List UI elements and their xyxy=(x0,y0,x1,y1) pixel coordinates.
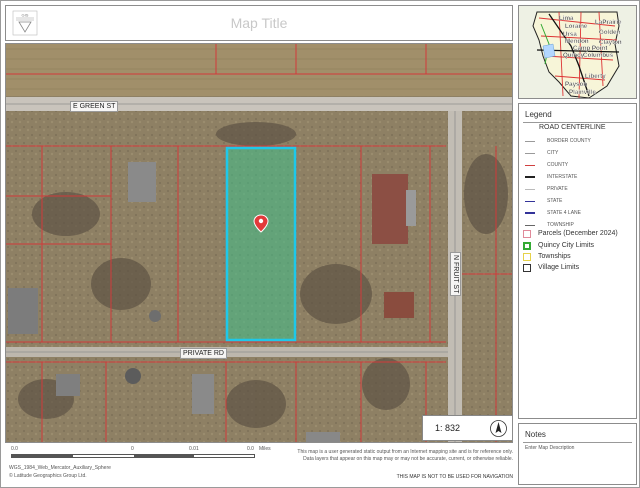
scale-unit: Miles xyxy=(259,446,271,452)
overview-label-columbus: Columbus xyxy=(583,52,614,59)
scale-ratio-box: 1: 832 xyxy=(422,415,512,441)
legend-swatch xyxy=(525,200,535,202)
legend-label: INTERSTATE xyxy=(547,174,578,180)
legend-swatch xyxy=(525,152,535,154)
legend-label: Quincy City Limits xyxy=(538,242,595,249)
overview-label-laprairie: LaPrairie xyxy=(595,19,622,26)
map-view[interactable]: E GREEN ST PRIVATE RD N FRUIT ST 1: 832 xyxy=(5,43,513,443)
legend-swatch xyxy=(525,176,535,178)
projection-text: WGS_1984_Web_Mercator_Auxiliary_Sphere xyxy=(9,465,111,471)
scale-bar: 0.0 0 0.01 0.0 Miles xyxy=(7,445,307,467)
scale-tick: 0.0 xyxy=(11,446,18,452)
north-arrow-icon xyxy=(490,420,507,437)
title-bar: GIS Map Title xyxy=(5,5,513,41)
disclaimer-text: This map is a user generated static outp… xyxy=(297,449,513,462)
legend-label: STATE 4 LANE xyxy=(547,210,581,216)
copyright-text: © Latitude Geographics Group Ltd. xyxy=(9,473,87,479)
scale-tick: 0.01 xyxy=(189,446,199,452)
overview-label-camp-point: Camp Point xyxy=(573,45,607,52)
notes-title: Notes xyxy=(525,430,546,439)
overview-label-golden: Golden xyxy=(599,29,621,36)
scale-ratio: 1: 832 xyxy=(435,423,461,433)
legend-item-interstate: INTERSTATE xyxy=(525,172,577,182)
road-label-private-rd: PRIVATE RD xyxy=(180,348,227,359)
scale-tick: 0.0 xyxy=(247,446,254,452)
overview-map-canvas: Lima LaPrairie Loraine Ursa Golden Mendo… xyxy=(532,11,622,98)
legend-label: BORDER COUNTY xyxy=(547,138,591,144)
legend-label: COUNTY xyxy=(547,162,569,168)
legend-swatch xyxy=(523,241,531,250)
selected-parcel[interactable] xyxy=(225,146,297,342)
footer: 0.0 0 0.01 0.0 Miles WGS_1984_Web_Mercat… xyxy=(5,445,513,485)
overview-label-lima: Lima xyxy=(559,15,574,22)
overview-label-liberty: Liberty xyxy=(585,73,606,80)
legend-item-private: PRIVATE xyxy=(525,184,568,194)
overview-map[interactable]: Lima LaPrairie Loraine Ursa Golden Mendo… xyxy=(518,5,637,99)
legend-item-state-4-lane: STATE 4 LANE xyxy=(525,208,581,218)
legend-label: Townships xyxy=(538,253,571,260)
legend-item-village-limits: Village Limits xyxy=(523,262,579,273)
legend-swatch xyxy=(525,224,535,226)
overview-label-ursa: Ursa xyxy=(563,31,577,38)
overview-label-plainville: Plainville xyxy=(569,89,596,96)
notes-panel: Notes Enter Map Description xyxy=(518,423,637,485)
legend-label: PRIVATE xyxy=(547,186,568,192)
legend-swatch xyxy=(525,140,535,142)
legend-label: CITY xyxy=(547,150,559,156)
print-layout: GIS Map Title E GREEN ST PRIVATE RD N FR… xyxy=(0,0,640,488)
legend-item-quincy-city-limits: Quincy City Limits xyxy=(523,240,594,251)
legend-swatch xyxy=(525,164,535,166)
navigation-warning: THIS MAP IS NOT TO BE USED FOR NAVIGATIO… xyxy=(396,474,513,480)
legend-item-parcels: Parcels (December 2024) xyxy=(523,228,618,239)
legend-label: Parcels (December 2024) xyxy=(538,230,618,237)
legend-item-townships: Townships xyxy=(523,251,571,262)
overview-label-payson: Payson xyxy=(565,81,587,88)
legend-swatch xyxy=(523,263,531,272)
legend-swatch xyxy=(523,252,531,261)
legend-label: STATE xyxy=(547,198,563,204)
legend-swatch xyxy=(523,229,531,238)
overview-label-quincy: Quincy xyxy=(563,52,585,59)
legend-item-border-county: BORDER COUNTY xyxy=(525,136,591,146)
notes-text: Enter Map Description xyxy=(525,445,575,451)
legend-swatch xyxy=(525,188,535,190)
scale-tick: 0 xyxy=(131,446,134,452)
legend-panel: Legend ROAD CENTERLINE BORDER COUNTY CIT… xyxy=(518,103,637,419)
overview-label-loraine: Loraine xyxy=(565,23,588,30)
legend-item-city: CITY xyxy=(525,148,558,158)
legend-item-county: COUNTY xyxy=(525,160,568,170)
notes-divider xyxy=(523,442,632,443)
legend-swatch xyxy=(525,212,535,214)
road-label-green-st: E GREEN ST xyxy=(70,101,119,112)
scale-bar-graphic xyxy=(11,454,255,458)
map-title: Map Title xyxy=(230,15,288,31)
legend-title: Legend xyxy=(525,110,552,119)
overview-label-mendon: Mendon xyxy=(565,38,589,45)
legend-item-state: STATE xyxy=(525,196,562,206)
legend-road-heading: ROAD CENTERLINE xyxy=(539,124,606,131)
legend-label: Village Limits xyxy=(538,264,580,271)
road-label-fruit-st: N FRUIT ST xyxy=(450,252,461,297)
legend-divider xyxy=(523,122,632,123)
